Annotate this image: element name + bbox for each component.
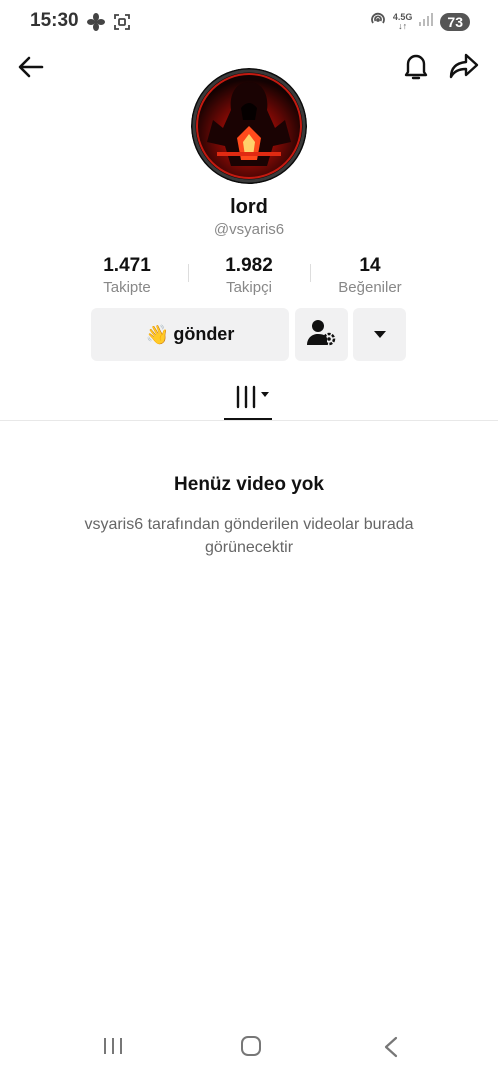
profile-name: lord: [230, 196, 268, 218]
stat-followers[interactable]: 1.982 Takipçi: [194, 255, 304, 296]
tab-videos[interactable]: [234, 384, 274, 410]
stat-divider: [310, 264, 311, 282]
avatar[interactable]: [191, 68, 307, 184]
profile-handle: @vsyaris6: [213, 221, 285, 238]
send-button-label: gönder: [173, 324, 235, 344]
signal-icon: [418, 11, 434, 32]
screenshot-icon: [112, 12, 132, 37]
network-type: 4.5G ↓↑: [392, 11, 413, 31]
caret-down-icon: [373, 326, 387, 344]
status-time: 15:30: [30, 10, 79, 31]
user-settings-icon: [306, 318, 337, 351]
stat-label: Beğeniler: [338, 279, 402, 296]
stat-value: 1.471: [103, 255, 151, 276]
recent-apps-icon[interactable]: [102, 1036, 124, 1061]
stat-likes[interactable]: 14 Beğeniler: [315, 255, 425, 296]
empty-state-description: vsyaris6 tarafından gönderilen videolar …: [84, 516, 414, 556]
stat-value: 1.982: [225, 255, 273, 276]
status-icons-right: 4.5G ↓↑ 73: [369, 10, 470, 33]
stat-divider: [188, 264, 189, 282]
empty-state-title: Henüz video yok: [174, 474, 324, 495]
stat-label: Takipte: [103, 279, 151, 296]
back-nav-icon[interactable]: [382, 1036, 400, 1063]
send-wave-button[interactable]: 👋 gönder: [91, 308, 289, 361]
add-friend-button[interactable]: [295, 308, 348, 361]
back-arrow-icon[interactable]: [14, 50, 48, 84]
stat-label: Takipçi: [226, 279, 272, 296]
stat-value: 14: [359, 255, 381, 276]
stat-following[interactable]: 1.471 Takipte: [72, 255, 182, 296]
fan-icon: [86, 12, 106, 37]
hotspot-icon: [369, 10, 387, 33]
home-icon[interactable]: [240, 1036, 262, 1061]
videos-grid-icon: [234, 385, 274, 414]
bell-icon[interactable]: [398, 48, 434, 84]
share-icon[interactable]: [446, 48, 482, 84]
battery-badge: 73: [440, 12, 470, 31]
wave-icon: 👋: [145, 324, 170, 346]
tab-divider: [0, 420, 498, 421]
status-icons-left: [86, 12, 132, 37]
more-options-button[interactable]: [353, 308, 406, 361]
